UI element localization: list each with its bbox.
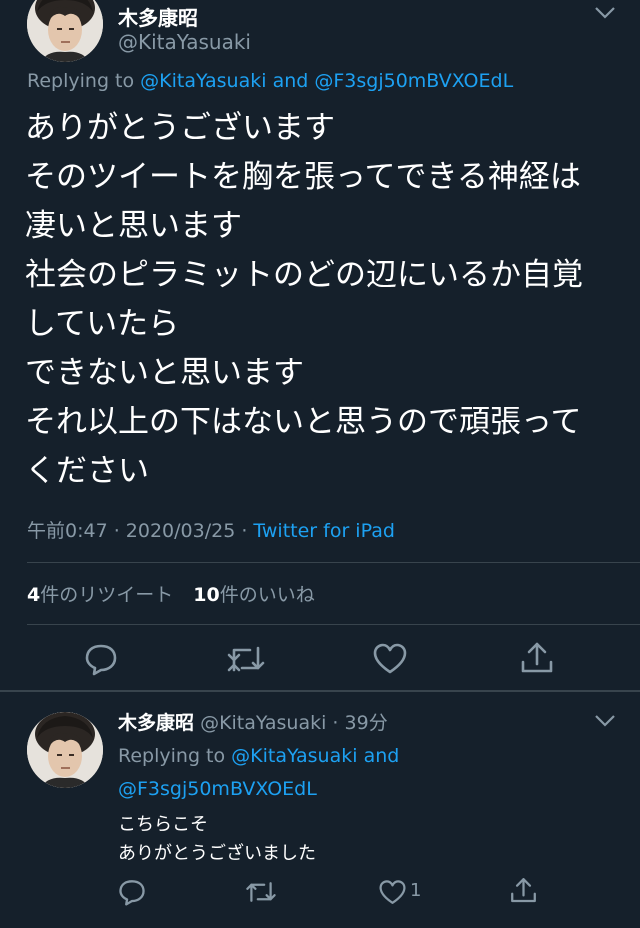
chevron-down-icon[interactable] [594, 6, 616, 20]
share-icon[interactable] [519, 640, 555, 676]
replying-to: Replying to @KitaYasuaki and @F3sgj50mBV… [118, 740, 399, 806]
handle[interactable]: @KitaYasuaki [118, 30, 251, 54]
chevron-down-icon[interactable] [594, 714, 616, 728]
likes-count: 10 [193, 584, 220, 606]
handle-time[interactable]: @KitaYasuaki · 39分 [200, 712, 388, 734]
like-icon[interactable] [378, 879, 407, 906]
tweet-text-line: 凄いと思います [25, 208, 242, 244]
retweets-count: 4 [27, 584, 41, 606]
divider [27, 562, 640, 563]
timestamp[interactable]: 午前0:47 · 2020/03/25 · [27, 520, 247, 542]
avatar[interactable] [27, 0, 103, 62]
replying-and[interactable]: and [364, 745, 400, 767]
display-name[interactable]: 木多康昭 [118, 2, 198, 31]
share-icon[interactable] [509, 876, 538, 905]
mention-link[interactable]: @KitaYasuaki [140, 70, 266, 92]
retweet-icon[interactable] [245, 878, 277, 906]
mention-link[interactable]: @F3sgj50mBVXOEdL [314, 70, 513, 92]
reply-header: 木多康昭 @KitaYasuaki · 39分 [118, 708, 388, 735]
tweet-text-line: できないと思います [25, 355, 304, 391]
divider [27, 624, 640, 625]
reply-icon[interactable] [84, 642, 118, 676]
tweet-text-line: 社会のピラミットのどの辺にいるか自覚 [25, 257, 583, 293]
like-icon[interactable] [372, 642, 408, 676]
like-count: 1 [410, 880, 422, 901]
retweet-icon[interactable] [226, 642, 266, 676]
tweet-text-line: そのツイートを胸を張ってできる神経は [25, 159, 581, 195]
mention-link[interactable]: @F3sgj50mBVXOEdL [118, 778, 317, 800]
tweet-text-line: それ以上の下はないと思うので頑張って [25, 404, 582, 440]
replying-to: Replying to @KitaYasuaki and @F3sgj50mBV… [27, 70, 513, 92]
tweet-text-line: ください [25, 453, 149, 489]
tweet-text: ありがとうございます そのツイートを胸を張ってできる神経は 凄いと思います 社会… [25, 104, 583, 496]
reply-text: こちらこそ ありがとうございました [118, 810, 316, 868]
display-name[interactable]: 木多康昭 [118, 712, 194, 734]
thread-divider [0, 690, 640, 692]
retweets-label: 件のリツイート [40, 584, 174, 606]
replying-and[interactable]: and [273, 70, 309, 92]
likes-stat[interactable]: 10件のいいね [193, 584, 314, 606]
replying-prefix: Replying to [118, 745, 226, 767]
likes-label: 件のいいね [219, 584, 315, 606]
tweet-text-line: こちらこそ [118, 814, 208, 835]
stats-row: 4件のリツイート 10件のいいね [27, 580, 315, 607]
retweets-stat[interactable]: 4件のリツイート [27, 584, 179, 606]
replying-prefix: Replying to [27, 70, 135, 92]
timestamp-row: 午前0:47 · 2020/03/25 · Twitter for iPad [27, 516, 395, 543]
tweet-text-line: ありがとうございます [25, 110, 335, 146]
reply-icon[interactable] [118, 878, 146, 906]
source-link[interactable]: Twitter for iPad [253, 520, 394, 542]
tweet-text-line: ありがとうございました [118, 843, 316, 864]
mention-link[interactable]: @KitaYasuaki [231, 745, 357, 767]
tweet-text-line: していたら [25, 306, 180, 342]
avatar[interactable] [27, 712, 103, 788]
